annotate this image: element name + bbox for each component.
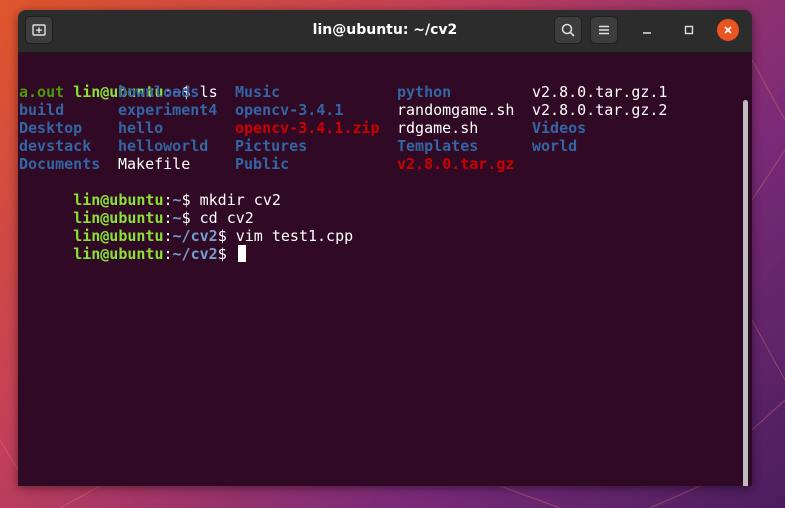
text-cursor	[237, 245, 246, 262]
close-button[interactable]	[717, 19, 739, 41]
ls-entry: v2.8.0.tar.gz.2	[532, 101, 668, 119]
prompt-line: lin@ubuntu:~$ mkdir cv2	[19, 173, 281, 209]
ls-entry: opencv-3.4.1	[235, 101, 344, 119]
ls-entry: rdgame.sh	[397, 119, 479, 137]
search-icon	[561, 23, 575, 37]
prompt-path: ~/cv2	[172, 245, 218, 263]
ls-entry: Public	[235, 155, 290, 173]
ls-entry: Templates	[397, 137, 479, 155]
ls-entry: Pictures	[235, 137, 308, 155]
ls-entry: v2.8.0.tar.gz.1	[532, 83, 668, 101]
minimize-button[interactable]	[636, 19, 658, 41]
prompt-line: lin@ubuntu:~/cv2$ vim test1.cpp	[19, 209, 353, 245]
close-icon	[724, 26, 732, 34]
ls-entry: build	[19, 101, 65, 119]
new-tab-icon	[32, 24, 46, 36]
terminal-window: lin@ubuntu: ~/cv2 lin@ubuntu:~$ ls a.out…	[18, 10, 752, 486]
ls-output-row: devstack helloworld Pictures Templates w…	[19, 137, 739, 155]
active-prompt-line[interactable]: lin@ubuntu:~/cv2$	[19, 227, 246, 263]
terminal-output[interactable]: lin@ubuntu:~$ ls a.out Downloads Music p…	[18, 53, 748, 486]
ls-entry: devstack	[19, 137, 92, 155]
maximize-button[interactable]	[678, 19, 700, 41]
ls-entry: Documents	[19, 155, 101, 173]
ls-entry: hello	[118, 119, 164, 137]
ls-output-row: Documents Makefile Public v2.8.0.tar.gz	[19, 155, 739, 173]
maximize-icon	[684, 25, 694, 35]
prompt-user-host: lin@ubuntu	[73, 245, 164, 263]
ls-entry: Music	[235, 83, 281, 101]
ls-entry: Makefile	[118, 155, 191, 173]
vertical-scrollbar[interactable]	[743, 100, 748, 486]
ls-entry: a.out	[19, 83, 65, 101]
prompt-command: vim test1.cpp	[235, 227, 354, 245]
ls-entry: world	[532, 137, 578, 155]
ls-entry: python	[397, 83, 452, 101]
prompt-symbol: $	[217, 245, 236, 263]
ls-entry: Videos	[532, 119, 587, 137]
ls-entry: Downloads	[118, 83, 200, 101]
ls-entry: Desktop	[19, 119, 83, 137]
prompt-line: lin@ubuntu:~$ ls	[19, 65, 218, 101]
ls-output-row: build experiment4 opencv-3.4.1 randomgam…	[19, 101, 739, 119]
prompt-colon: :	[163, 245, 173, 263]
new-tab-button[interactable]	[25, 16, 53, 44]
ls-output-row: Desktop hello opencv-3.4.1.zip rdgame.sh…	[19, 119, 739, 137]
search-button[interactable]	[554, 16, 582, 44]
ls-entry: randomgame.sh	[397, 101, 515, 119]
ls-entry: opencv-3.4.1.zip	[235, 119, 380, 137]
minimize-icon	[643, 32, 651, 34]
menu-button[interactable]	[590, 16, 618, 44]
prompt-line: lin@ubuntu:~$ cd cv2	[19, 191, 254, 227]
ls-output-row: a.out Downloads Music python v2.8.0.tar.…	[19, 83, 739, 101]
hamburger-menu-icon	[599, 25, 609, 35]
ls-entry: helloworld	[118, 137, 209, 155]
titlebar: lin@ubuntu: ~/cv2	[18, 10, 752, 53]
ls-entry: experiment4	[118, 101, 218, 119]
ls-entry: v2.8.0.tar.gz	[397, 155, 515, 173]
